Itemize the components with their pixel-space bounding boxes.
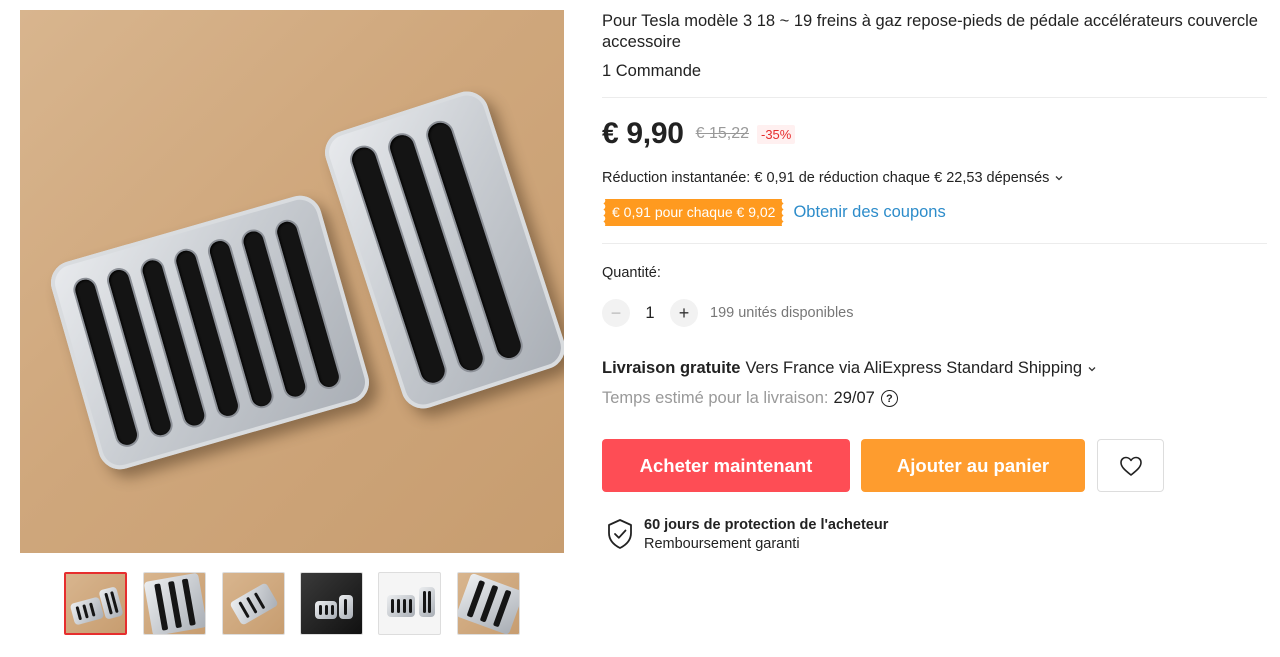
thumbnail-5[interactable]: [378, 572, 441, 635]
available-units: 199 unités disponibles: [710, 305, 854, 321]
add-to-cart-button[interactable]: Ajouter au panier: [861, 439, 1085, 492]
shield-check-icon: [608, 519, 632, 549]
delivery-date: 29/07: [833, 389, 875, 407]
decrease-quantity-button[interactable]: −: [602, 299, 630, 327]
main-product-image[interactable]: [20, 10, 564, 553]
thumbnail-3[interactable]: [222, 572, 285, 635]
free-shipping-label: Livraison gratuite: [602, 359, 741, 377]
protection-title: 60 jours de protection de l'acheteur: [644, 517, 889, 533]
quantity-label: Quantité:: [602, 265, 661, 281]
product-title: Pour Tesla modèle 3 18 ~ 19 freins à gaz…: [602, 12, 1258, 51]
divider: [602, 243, 1267, 244]
shipping-route: Vers France via AliExpress Standard Ship…: [745, 359, 1083, 377]
chevron-down-icon: [1055, 176, 1063, 181]
protection-subtitle: Remboursement garanti: [644, 536, 800, 552]
thumbnail-1[interactable]: [64, 572, 127, 635]
discount-badge: -35%: [757, 124, 796, 144]
help-circle-icon[interactable]: ?: [880, 390, 898, 407]
instant-discount[interactable]: Réduction instantanée: € 0,91 de réducti…: [602, 170, 1064, 186]
price-row: € 9,90 € 15,22 -35%: [602, 117, 796, 151]
wishlist-button[interactable]: [1097, 439, 1164, 492]
buy-now-button[interactable]: Acheter maintenant: [602, 439, 850, 492]
coupon-row: € 0,91 pour chaque € 9,02 Obtenir des co…: [602, 199, 946, 226]
thumbnail-6[interactable]: [457, 572, 520, 635]
instant-discount-text: Réduction instantanée: € 0,91 de réducti…: [602, 170, 1050, 186]
original-price: € 15,22: [695, 125, 749, 142]
increase-quantity-button[interactable]: +: [670, 299, 698, 327]
order-count: 1 Commande: [602, 62, 702, 80]
quantity-value[interactable]: 1: [630, 304, 670, 323]
heart-icon: [1119, 456, 1142, 476]
delivery-estimate: Temps estimé pour la livraison: 29/07 ?: [602, 389, 898, 408]
divider: [602, 97, 1267, 98]
shipping-info[interactable]: Livraison gratuite Vers France via AliEx…: [602, 359, 1097, 378]
current-price: € 9,90: [602, 117, 684, 150]
brake-pedal-image: [45, 190, 375, 475]
buyer-protection: 60 jours de protection de l'acheteur Rem…: [606, 516, 888, 554]
thumbnail-4[interactable]: [300, 572, 363, 635]
get-coupons-link[interactable]: Obtenir des coupons: [793, 203, 945, 222]
chevron-down-icon: [1088, 366, 1096, 371]
quantity-stepper: − 1 + 199 unités disponibles: [602, 299, 854, 327]
coupon-tag: € 0,91 pour chaque € 9,02: [602, 199, 786, 226]
delivery-estimate-label: Temps estimé pour la livraison:: [602, 389, 829, 407]
thumbnail-2[interactable]: [143, 572, 206, 635]
